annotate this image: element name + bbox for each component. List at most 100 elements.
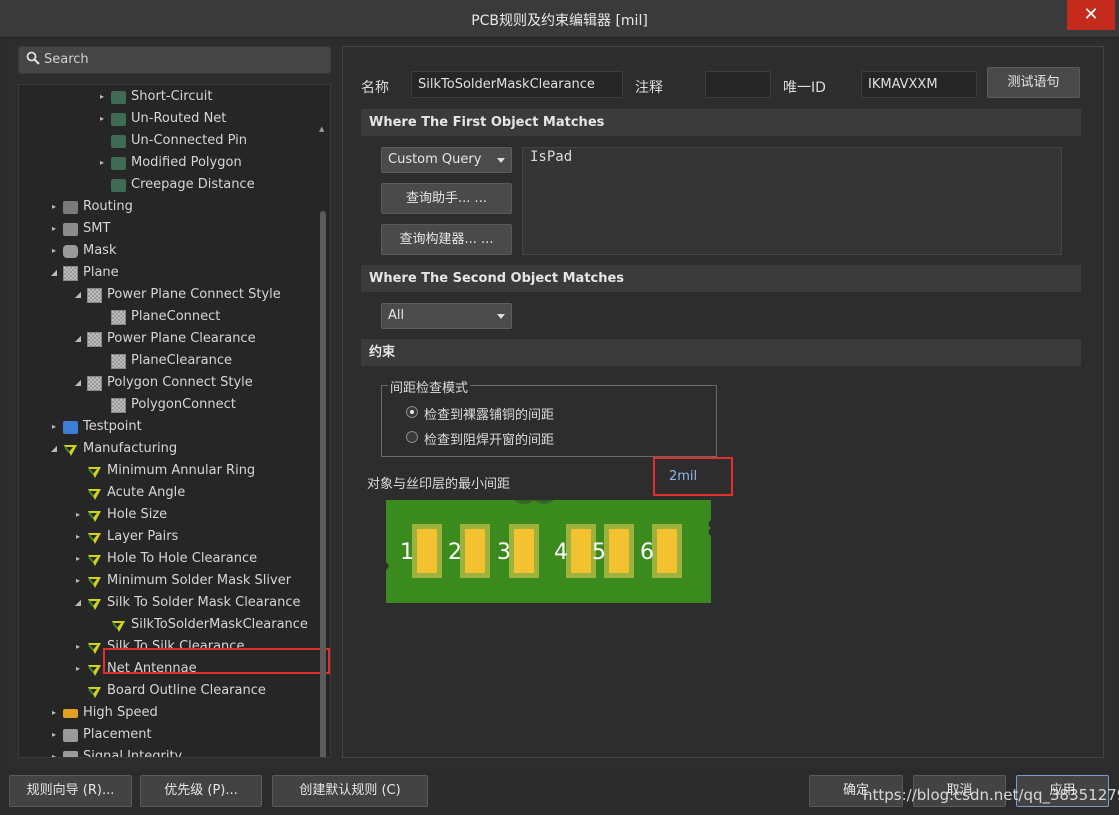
priorities-button[interactable]: 优先级 (P)...	[140, 775, 262, 807]
tree-item[interactable]: PolygonConnect	[19, 394, 319, 416]
tree-item-label[interactable]: Acute Angle	[107, 482, 185, 504]
radio-exposed-copper-label[interactable]: 检查到裸露铺铜的间距	[424, 404, 554, 423]
expand-arrow-icon[interactable]: ▸	[49, 218, 59, 240]
query-builder-button[interactable]: 查询构建器... ...	[381, 224, 512, 255]
expanded-arrow-icon[interactable]: ◢	[73, 284, 83, 306]
tree-item[interactable]: ◢ Manufacturing	[19, 438, 319, 460]
expand-arrow-icon[interactable]: ▸	[49, 196, 59, 218]
first-query-type-select[interactable]: Custom Query	[381, 147, 512, 173]
tree-item[interactable]: ▸ Modified Polygon	[19, 152, 319, 174]
tree-item-label[interactable]: Power Plane Connect Style	[107, 284, 281, 306]
tree-item[interactable]: Board Outline Clearance	[19, 680, 319, 702]
tree-item[interactable]: ▸ Mask	[19, 240, 319, 262]
tree-item[interactable]: ▸ Placement	[19, 724, 319, 746]
name-field[interactable]: SilkToSolderMaskClearance	[411, 71, 623, 98]
tree-item[interactable]: PlaneConnect	[19, 306, 319, 328]
tree-item-label[interactable]: High Speed	[83, 702, 158, 724]
tree-item-label[interactable]: Minimum Solder Mask Sliver	[107, 570, 291, 592]
expand-arrow-icon[interactable]: ▸	[49, 240, 59, 262]
expanded-arrow-icon[interactable]: ◢	[73, 372, 83, 394]
radio-mask-opening[interactable]	[406, 431, 418, 443]
tree-item-label[interactable]: Hole To Hole Clearance	[107, 548, 257, 570]
tree-item-label[interactable]: Minimum Annular Ring	[107, 460, 255, 482]
tree-item-label[interactable]: SilkToSolderMaskClearance	[131, 614, 308, 636]
query-helper-button[interactable]: 查询助手... ...	[381, 183, 512, 214]
tree-item[interactable]: ▸ Minimum Solder Mask Sliver	[19, 570, 319, 592]
tree-item-label[interactable]: Creepage Distance	[131, 174, 255, 196]
expand-arrow-icon[interactable]: ▸	[49, 724, 59, 746]
tree-item-label[interactable]: Polygon Connect Style	[107, 372, 253, 394]
create-default-rules-button[interactable]: 创建默认规则 (C)	[272, 775, 428, 807]
tree-item-label[interactable]: Signal Integrity	[83, 746, 182, 757]
expand-arrow-icon[interactable]: ▸	[73, 636, 83, 658]
tree-item[interactable]: Creepage Distance	[19, 174, 319, 196]
tree-item[interactable]: ▸ Layer Pairs	[19, 526, 319, 548]
tree-item[interactable]: ◢ Plane	[19, 262, 319, 284]
tree-item[interactable]: ◢ Power Plane Connect Style	[19, 284, 319, 306]
tree-item-label[interactable]: Routing	[83, 196, 133, 218]
tree-item-label[interactable]: Plane	[83, 262, 119, 284]
expand-arrow-icon[interactable]: ▸	[73, 504, 83, 526]
tree-item[interactable]: Un-Connected Pin	[19, 130, 319, 152]
tree-item-label[interactable]: SMT	[83, 218, 110, 240]
tree-item-label[interactable]: Silk To Solder Mask Clearance	[107, 592, 300, 614]
close-button[interactable]: ✕	[1067, 0, 1115, 30]
tree-item-label[interactable]: Power Plane Clearance	[107, 328, 256, 350]
expanded-arrow-icon[interactable]: ◢	[49, 262, 59, 284]
expand-arrow-icon[interactable]: ▸	[73, 570, 83, 592]
tree-item[interactable]: ◢ Polygon Connect Style	[19, 372, 319, 394]
tree-item-label[interactable]: Un-Connected Pin	[131, 130, 247, 152]
expand-arrow-icon[interactable]: ▸	[73, 526, 83, 548]
tree-item-label[interactable]: Short-Circuit	[131, 86, 212, 108]
tree-item[interactable]: ▸ Hole Size	[19, 504, 319, 526]
radio-mask-opening-label[interactable]: 检查到阻焊开窗的间距	[424, 429, 554, 448]
tree-item[interactable]: ▸ SMT	[19, 218, 319, 240]
expanded-arrow-icon[interactable]: ◢	[73, 592, 83, 614]
tree-item[interactable]: ▸ Un-Routed Net	[19, 108, 319, 130]
expand-arrow-icon[interactable]: ▸	[97, 108, 107, 130]
tree-item-label[interactable]: Modified Polygon	[131, 152, 242, 174]
expand-arrow-icon[interactable]: ▸	[49, 416, 59, 438]
tree-scrollbar[interactable]: ▲ ▼	[318, 123, 328, 757]
tree-item-label[interactable]: Board Outline Clearance	[107, 680, 266, 702]
scroll-thumb[interactable]	[320, 211, 326, 757]
rule-tree[interactable]: ▸ Short-Circuit ▸ Un-Routed Net Un-Connected…	[18, 84, 331, 758]
expand-arrow-icon[interactable]: ▸	[97, 152, 107, 174]
tree-item[interactable]: ▸ Signal Integrity	[19, 746, 319, 757]
tree-item[interactable]: Acute Angle	[19, 482, 319, 504]
query-text-editor[interactable]: IsPad	[522, 147, 1062, 255]
expand-arrow-icon[interactable]: ▸	[49, 702, 59, 724]
expand-arrow-icon[interactable]: ▸	[49, 746, 59, 757]
tree-item[interactable]: Minimum Annular Ring	[19, 460, 319, 482]
rule-wizard-button[interactable]: 规则向导 (R)...	[9, 775, 132, 807]
tree-item-label[interactable]: PolygonConnect	[131, 394, 236, 416]
search-input[interactable]: Search	[18, 46, 331, 74]
expand-arrow-icon[interactable]: ▸	[73, 548, 83, 570]
tree-item[interactable]: ◢ Silk To Solder Mask Clearance	[19, 592, 319, 614]
tree-item-label[interactable]: PlaneClearance	[131, 350, 232, 372]
expand-arrow-icon[interactable]: ▸	[73, 658, 83, 680]
tree-item[interactable]: ▸ Testpoint	[19, 416, 319, 438]
expanded-arrow-icon[interactable]: ◢	[49, 438, 59, 460]
tree-item[interactable]: PlaneClearance	[19, 350, 319, 372]
tree-item-label[interactable]: Layer Pairs	[107, 526, 178, 548]
scroll-up-icon[interactable]: ▲	[319, 125, 324, 133]
expanded-arrow-icon[interactable]: ◢	[73, 328, 83, 350]
tree-item[interactable]: ▸ Short-Circuit	[19, 86, 319, 108]
tree-item[interactable]: ◢ Power Plane Clearance	[19, 328, 319, 350]
uid-field[interactable]: IKMAVXXM	[861, 71, 977, 98]
tree-item-label[interactable]: Manufacturing	[83, 438, 177, 460]
tree-item[interactable]: ▸ Hole To Hole Clearance	[19, 548, 319, 570]
comment-field[interactable]	[705, 71, 771, 98]
tree-item-label[interactable]: Mask	[83, 240, 116, 262]
min-clearance-value[interactable]: 2mil	[669, 469, 697, 484]
radio-exposed-copper[interactable]	[406, 406, 418, 418]
tree-item-label[interactable]: Testpoint	[83, 416, 142, 438]
tree-item[interactable]: ▸ Routing	[19, 196, 319, 218]
tree-item[interactable]: ▸ High Speed	[19, 702, 319, 724]
tree-item-label[interactable]: Hole Size	[107, 504, 167, 526]
tree-item[interactable]: SilkToSolderMaskClearance	[19, 614, 319, 636]
tree-item-label[interactable]: Un-Routed Net	[131, 108, 226, 130]
second-query-type-select[interactable]: All	[381, 303, 512, 329]
tree-item-label[interactable]: PlaneConnect	[131, 306, 220, 328]
